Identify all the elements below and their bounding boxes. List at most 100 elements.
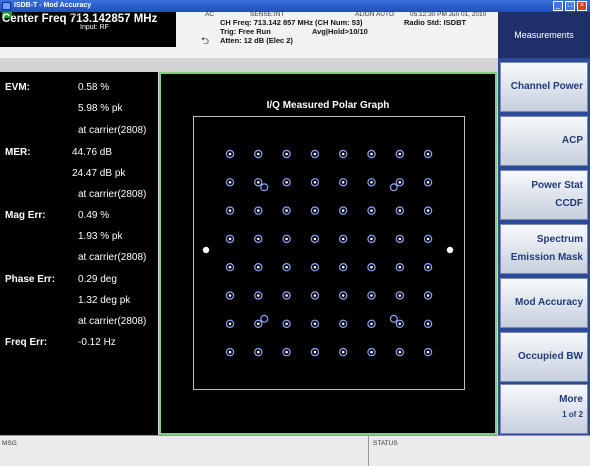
constellation-point <box>310 262 320 272</box>
acp-button[interactable]: ACP <box>500 116 588 166</box>
avg-hold: Avg|Hold>10/10 <box>312 27 368 36</box>
sense-label: SENSE:INT <box>250 11 285 18</box>
align-label: ALIGN AUTO <box>355 11 394 18</box>
occupied-bw-button[interactable]: Occupied BW <box>500 332 588 382</box>
constellation-point <box>225 206 235 215</box>
constellation-point <box>338 178 348 187</box>
minimize-button[interactable]: _ <box>553 1 563 11</box>
constellation-point <box>310 206 320 215</box>
constellation-point <box>310 234 320 244</box>
constellation-point <box>367 149 376 159</box>
softkey-header: Measurements <box>498 12 590 58</box>
measurement-info-bar: Center Freq 713.142857 MHz Input: RF 50 … <box>0 11 498 58</box>
constellation-point <box>254 262 263 272</box>
evm-value: 0.58 % <box>78 82 110 93</box>
softkey-label: Mod Accuracy <box>515 297 583 308</box>
constellation-plot <box>225 149 433 357</box>
constellation-point <box>225 262 235 272</box>
polar-graph-window[interactable]: I/Q Measured Polar Graph <box>159 72 497 435</box>
mag-err-value: 0.49 % <box>78 210 110 221</box>
maximize-button[interactable]: □ <box>565 1 575 11</box>
plot-frame <box>193 116 465 390</box>
constellation-point <box>395 149 404 159</box>
softkey-menu: Measurements Channel Power ACP Power Sta… <box>498 12 590 435</box>
constellation-point <box>254 347 263 357</box>
constellation-point <box>423 319 433 328</box>
constellation-point <box>282 291 291 300</box>
scattered-point <box>260 314 269 323</box>
constellation-point <box>338 234 348 244</box>
constellation-point <box>282 234 291 244</box>
softkey-label: Occupied BW <box>517 351 583 362</box>
trig-mode: Trig: Free Run <box>220 27 271 36</box>
constellation-point <box>310 178 320 187</box>
scattered-point <box>389 183 398 192</box>
constellation-point <box>225 234 235 244</box>
constellation-point <box>254 234 263 244</box>
softkey-label: Channel Power <box>510 81 583 92</box>
graph-title: I/Q Measured Polar Graph <box>266 100 390 111</box>
constellation-point <box>254 149 263 159</box>
title-bar: ISDB-T - Mod Accuracy _ □ × <box>0 0 590 12</box>
constellation-point <box>310 291 320 300</box>
constellation-point <box>423 149 433 159</box>
more-button[interactable]: More 1 of 2 <box>500 384 588 434</box>
constellation-point <box>367 319 376 328</box>
constellation-point <box>282 149 291 159</box>
constellation-point <box>225 149 235 159</box>
constellation-point <box>395 234 404 244</box>
freq-err-value: -0.12 Hz <box>78 337 116 348</box>
status-label: STATUS <box>373 440 398 447</box>
status-bar: MSG STATUS <box>0 435 590 466</box>
constellation-point <box>338 206 348 215</box>
constellation-point <box>423 347 433 357</box>
constellation-point <box>395 262 404 272</box>
constellation-point <box>367 234 376 244</box>
scattered-point <box>389 314 398 323</box>
softkey-label: Spectrum <box>536 234 583 245</box>
status-divider <box>368 436 369 466</box>
constellation-point <box>423 206 433 215</box>
impedance-label: 50 Ω <box>68 11 82 18</box>
mer-peak: 24.47 dB pk <box>72 168 126 179</box>
center-freq-box[interactable]: Center Freq 713.142857 MHz Input: RF <box>0 12 176 47</box>
constellation-point <box>367 178 376 187</box>
mer-carrier: at carrier(2808) <box>78 189 147 200</box>
power-stat-ccdf-button[interactable]: Power Stat CCDF <box>500 170 588 220</box>
constellation-point <box>225 291 235 300</box>
results-panel: EVM: 0.58 % 5.98 % pk at carrier(2808) M… <box>0 72 158 435</box>
constellation-point <box>338 262 348 272</box>
return-icon: ⮌ <box>201 36 210 47</box>
freq-err-label: Freq Err: <box>5 337 48 348</box>
mod-accuracy-button[interactable]: Mod Accuracy <box>500 278 588 328</box>
mag-err-peak: 1.93 % pk <box>78 231 123 242</box>
input-label: Input: RF <box>80 24 109 31</box>
center-freq-label: Center Freq <box>2 13 67 25</box>
softkey-sublabel: Emission Mask <box>510 252 583 263</box>
constellation-point <box>395 319 404 328</box>
mag-err-label: Mag Err: <box>5 210 46 221</box>
mer-value: 44.76 dB <box>72 147 113 158</box>
constellation-point <box>225 319 235 328</box>
constellation-point <box>367 206 376 215</box>
constellation-point <box>254 319 263 328</box>
ch-freq: CH Freq: 713.142 857 MHz (CH Num: 53) <box>220 18 363 27</box>
msg-label: MSG <box>2 440 17 447</box>
constellation-point <box>338 347 348 357</box>
softkey-label: Power Stat <box>531 180 583 191</box>
constellation-point <box>282 178 291 187</box>
coupling-label: AC <box>205 11 215 18</box>
mer-label: MER: <box>5 147 31 158</box>
channel-power-button[interactable]: Channel Power <box>500 62 588 112</box>
constellation-point <box>423 262 433 272</box>
page-indicator: 1 of 2 <box>562 410 583 419</box>
constellation-point <box>338 291 348 300</box>
softkey-sublabel: CCDF <box>555 198 583 209</box>
constellation-point <box>282 262 291 272</box>
spectrum-emission-mask-button[interactable]: Spectrum Emission Mask <box>500 224 588 274</box>
constellation-point <box>395 206 404 215</box>
close-button[interactable]: × <box>577 1 587 11</box>
app-icon <box>2 2 11 10</box>
constellation-point <box>282 206 291 215</box>
datetime: 05:12:30 PM Jun 01, 2010 <box>410 11 487 18</box>
